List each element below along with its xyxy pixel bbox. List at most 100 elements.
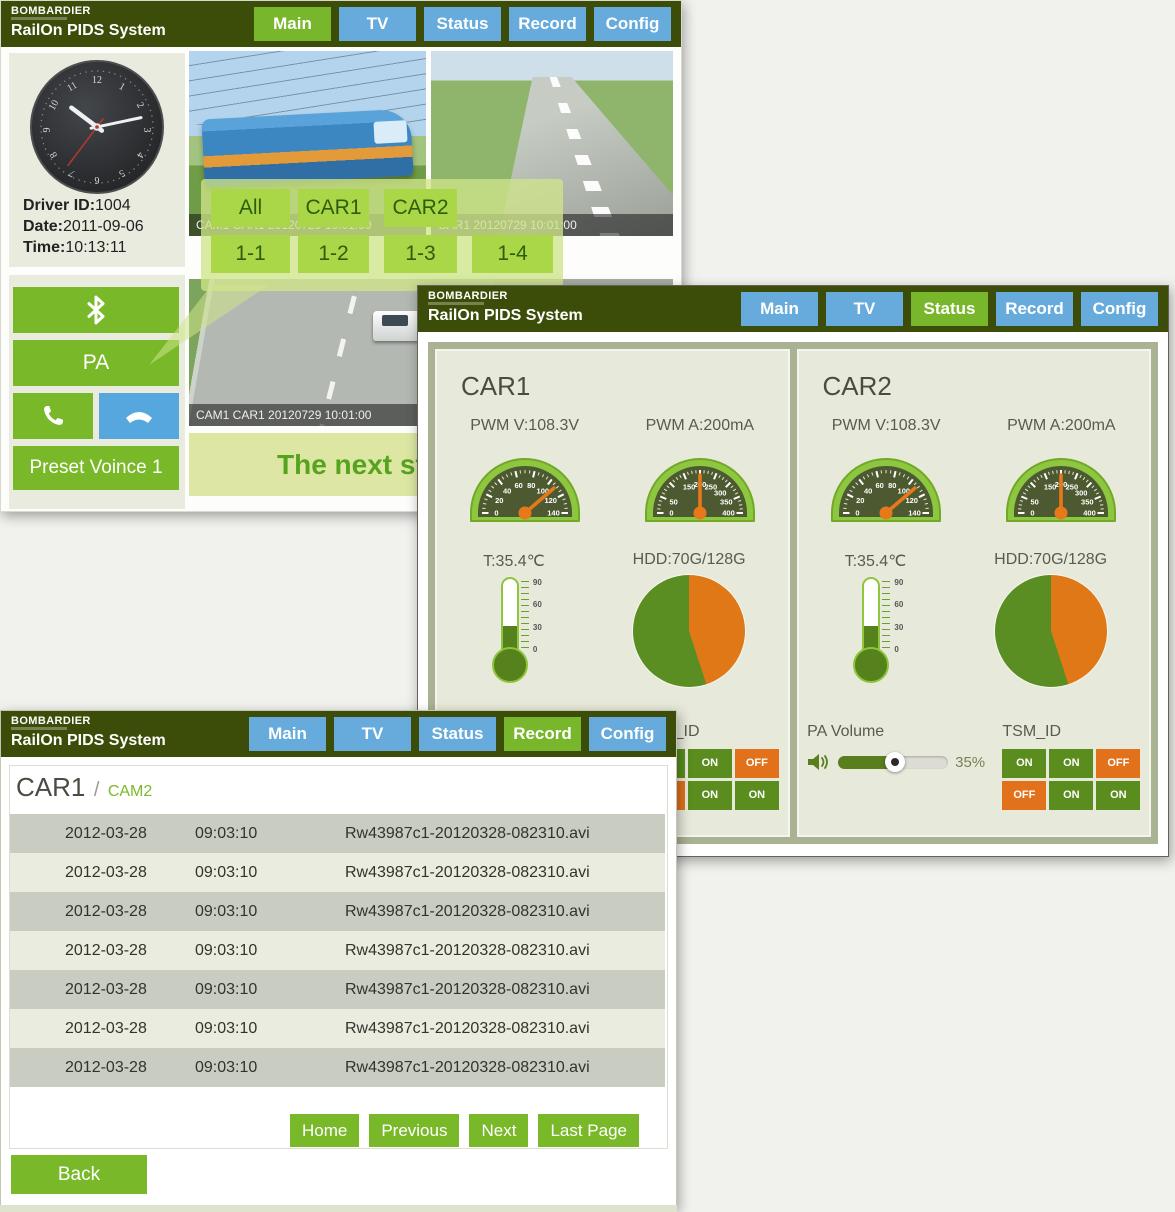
previous-button[interactable]: Previous	[369, 1114, 459, 1147]
pwm-v-label: PWM V:108.3V	[465, 417, 585, 435]
tsm-toggle-button[interactable]: OFF	[735, 749, 779, 778]
svg-text:50: 50	[669, 498, 677, 507]
tab-status[interactable]: Status	[424, 7, 501, 41]
next-button[interactable]: Next	[469, 1114, 528, 1147]
home-button[interactable]: Home	[290, 1114, 359, 1147]
tab-status[interactable]: Status	[911, 292, 988, 326]
brand-tagline-rule	[428, 302, 484, 305]
table-row[interactable]: 2012-03-2809:03:10Rw43987c1-20120328-082…	[10, 931, 665, 970]
tsm-toggle-button[interactable]: ON	[1002, 749, 1046, 778]
thermometer: 90 60 30 0	[840, 577, 910, 689]
page-bottom-strip	[0, 1205, 677, 1212]
tsm-toggle-button[interactable]: ON	[688, 749, 732, 778]
tab-tv[interactable]: TV	[826, 292, 903, 326]
temperature-block: T:35.4℃ 90 60 30 0	[840, 551, 910, 689]
tab-main[interactable]: Main	[249, 717, 326, 751]
back-button[interactable]: Back	[11, 1155, 147, 1194]
tab-config[interactable]: Config	[594, 7, 671, 41]
app-title: RailOn PIDS System	[11, 22, 166, 39]
table-row[interactable]: 2012-03-2809:03:10Rw43987c1-20120328-082…	[10, 814, 665, 853]
breadcrumb-car[interactable]: CAR1	[16, 772, 85, 802]
select-cam-1-2-button[interactable]: 1-2	[298, 235, 369, 273]
brand-logo: BOMBARDIER RailOn PIDS System	[11, 5, 166, 39]
pwm-a-block: PWM A:200mA 050150200250300350400	[1001, 417, 1121, 525]
tab-main[interactable]: Main	[254, 7, 331, 41]
brand-logo-text: BOMBARDIER	[11, 5, 166, 17]
svg-text:60: 60	[514, 481, 522, 490]
tsm-toggle-button[interactable]: OFF	[1002, 781, 1046, 810]
thermometer-ticks	[882, 581, 890, 653]
select-car2-button[interactable]: CAR2	[384, 189, 457, 227]
select-car1-button[interactable]: CAR1	[298, 189, 369, 227]
select-cam-1-1-button[interactable]: 1-1	[211, 235, 290, 273]
tsm-id-label: TSM_ID	[1002, 723, 1140, 741]
brand-tagline-rule	[11, 17, 67, 20]
tab-config[interactable]: Config	[1081, 292, 1158, 326]
svg-text:40: 40	[503, 486, 511, 495]
car2-title: CAR2	[823, 371, 892, 402]
breadcrumb-separator: /	[94, 779, 100, 801]
table-row[interactable]: 2012-03-2809:03:10Rw43987c1-20120328-082…	[10, 1009, 665, 1048]
select-cam-1-4-button[interactable]: 1-4	[472, 235, 553, 273]
svg-text:9: 9	[42, 128, 53, 133]
svg-text:20: 20	[495, 496, 503, 505]
tsm-toggle-button[interactable]: ON	[1049, 749, 1093, 778]
tsm-toggle-button[interactable]: ON	[1096, 781, 1140, 810]
volume-slider-knob[interactable]	[885, 752, 905, 772]
nav-tabs: Main TV Status Record Config	[249, 717, 666, 751]
svg-text:80: 80	[527, 481, 535, 490]
pa-button[interactable]: PA	[13, 340, 179, 386]
recordings-table: 2012-03-2809:03:10Rw43987c1-20120328-082…	[10, 814, 665, 1087]
tab-main[interactable]: Main	[741, 292, 818, 326]
breadcrumb: CAR1 / CAM2	[16, 772, 152, 803]
call-button[interactable]	[13, 393, 93, 439]
svg-text:350: 350	[720, 498, 733, 507]
car-window	[382, 315, 408, 326]
record-content-panel: CAR1 / CAM2 2012-03-2809:03:10Rw43987c1-…	[9, 765, 668, 1149]
tab-status[interactable]: Status	[419, 717, 496, 751]
nav-tabs: Main TV Status Record Config	[254, 7, 671, 41]
select-cam-1-3-button[interactable]: 1-3	[384, 235, 457, 273]
svg-text:140: 140	[908, 509, 921, 518]
pagination: Home Previous Next Last Page	[290, 1114, 639, 1147]
hdd-block: HDD:70G/128G	[633, 551, 746, 689]
table-row[interactable]: 2012-03-2809:03:10Rw43987c1-20120328-082…	[10, 853, 665, 892]
train-cab-window	[373, 120, 407, 144]
table-row[interactable]: 2012-03-2809:03:10Rw43987c1-20120328-082…	[10, 970, 665, 1009]
hdd-block: HDD:70G/128G	[994, 551, 1107, 689]
table-row[interactable]: 2012-03-2809:03:10Rw43987c1-20120328-082…	[10, 1048, 665, 1087]
bluetooth-icon	[82, 294, 110, 326]
preset-voice-button[interactable]: Preset Voince 1	[13, 446, 179, 490]
tsm-toggle-button[interactable]: OFF	[1096, 749, 1140, 778]
tab-tv[interactable]: TV	[339, 7, 416, 41]
phone-call-icon	[40, 403, 66, 429]
tab-record[interactable]: Record	[996, 292, 1073, 326]
temperature-label: T:35.4℃	[840, 551, 910, 571]
tab-tv[interactable]: TV	[334, 717, 411, 751]
nav-tabs: Main TV Status Record Config	[741, 292, 1158, 326]
volume-slider-track[interactable]	[838, 756, 948, 769]
svg-text:140: 140	[547, 509, 560, 518]
brand-tagline-rule	[11, 727, 67, 730]
driver-id-line: Driver ID:1004	[23, 195, 144, 216]
tsm-toggle-button[interactable]: ON	[688, 781, 732, 810]
breadcrumb-cam[interactable]: CAM2	[108, 783, 152, 800]
main-window-header: BOMBARDIER RailOn PIDS System Main TV St…	[1, 1, 681, 47]
hangup-button[interactable]	[99, 393, 179, 439]
tab-config[interactable]: Config	[589, 717, 666, 751]
tab-record[interactable]: Record	[509, 7, 586, 41]
svg-text:50: 50	[1031, 498, 1039, 507]
last-page-button[interactable]: Last Page	[538, 1114, 639, 1147]
tsm-toggle-button[interactable]: ON	[735, 781, 779, 810]
temperature-label: T:35.4℃	[479, 551, 549, 571]
svg-text:120: 120	[906, 496, 919, 505]
select-all-button[interactable]: All	[211, 189, 290, 227]
bluetooth-button[interactable]	[13, 287, 179, 333]
tsm-toggle-button[interactable]: ON	[1049, 781, 1093, 810]
table-row[interactable]: 2012-03-2809:03:10Rw43987c1-20120328-082…	[10, 892, 665, 931]
svg-text:6: 6	[95, 174, 100, 185]
tab-record[interactable]: Record	[504, 717, 581, 751]
svg-text:60: 60	[876, 481, 884, 490]
svg-text:120: 120	[544, 496, 557, 505]
car1-title: CAR1	[461, 371, 530, 402]
